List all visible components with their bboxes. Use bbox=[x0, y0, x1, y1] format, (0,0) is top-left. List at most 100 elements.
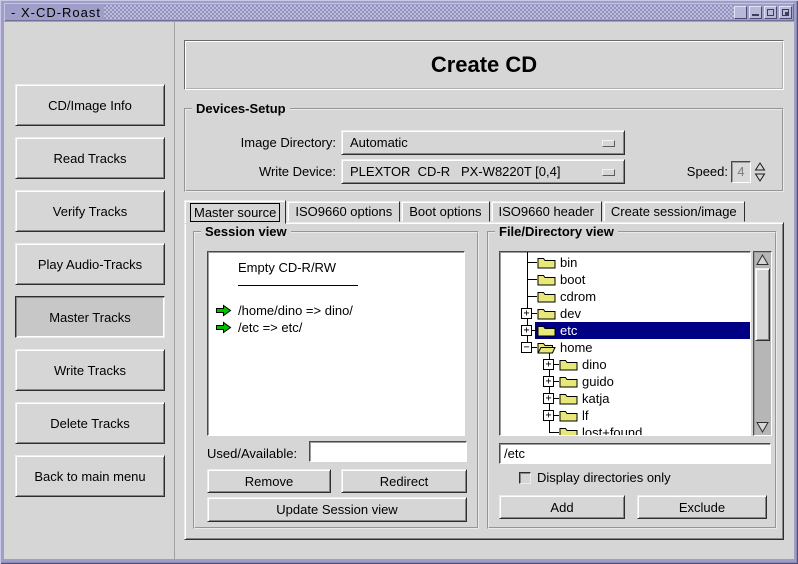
green-arrow-icon bbox=[215, 304, 232, 317]
tab-label: ISO9660 options bbox=[295, 204, 392, 219]
session-view-group: Session view Empty CD-R/RW /home/dino =>… bbox=[193, 231, 479, 529]
titlebar-buttons bbox=[734, 5, 792, 19]
used-available-input[interactable] bbox=[309, 441, 467, 462]
write-device-select[interactable]: PLEXTOR CD-R PX-W8220T [0,4] bbox=[341, 159, 625, 184]
tree-item-katja[interactable]: +katja bbox=[500, 390, 750, 407]
session-entry[interactable]: /home/dino => dino/ bbox=[215, 302, 462, 319]
speed-label: Speed: bbox=[687, 164, 728, 179]
option-menu-indicator-icon bbox=[602, 169, 615, 176]
tab-create-session-image[interactable]: Create session/image bbox=[603, 201, 745, 222]
session-view-legend: Session view bbox=[201, 224, 291, 239]
tree-item-dino[interactable]: + dino bbox=[500, 356, 750, 373]
folder-closed-icon bbox=[537, 324, 556, 340]
tree-item-label: dev bbox=[560, 306, 581, 321]
titlebar-restore-button[interactable] bbox=[779, 6, 792, 19]
maximize-icon bbox=[767, 9, 774, 16]
exclude-button[interactable]: Exclude bbox=[637, 495, 767, 519]
devices-setup-legend: Devices-Setup bbox=[192, 101, 290, 116]
session-entry-label: /etc => etc/ bbox=[238, 320, 302, 335]
remove-button[interactable]: Remove bbox=[207, 469, 331, 493]
titlebar-maximize-button[interactable] bbox=[764, 6, 777, 19]
sidebar-button-play-audio-tracks[interactable]: Play Audio-Tracks bbox=[15, 243, 165, 285]
tree-item-etc[interactable]: + etc bbox=[500, 322, 750, 339]
file-directory-view-legend: File/Directory view bbox=[495, 224, 618, 239]
tree-connector-line bbox=[527, 296, 537, 297]
tree-item-home[interactable]: − home bbox=[500, 339, 750, 356]
tree-connector-line bbox=[549, 432, 559, 433]
path-input[interactable] bbox=[499, 443, 771, 464]
green-arrow-icon bbox=[215, 321, 232, 334]
update-session-view-button[interactable]: Update Session view bbox=[207, 497, 467, 522]
folder-closed-icon bbox=[559, 409, 578, 425]
display-directories-checkbox[interactable] bbox=[519, 472, 531, 484]
tree-item-label: dino bbox=[582, 357, 607, 372]
titlebar-blank-button[interactable] bbox=[734, 6, 747, 19]
sidebar-button-write-tracks[interactable]: Write Tracks bbox=[15, 349, 165, 391]
sidebar-button-cd-image-info[interactable]: CD/Image Info bbox=[15, 84, 165, 126]
tree-item-lf[interactable]: + lf bbox=[500, 407, 750, 424]
tree-expander-icon[interactable]: + bbox=[543, 393, 554, 404]
session-entry-label: /home/dino => dino/ bbox=[238, 303, 353, 318]
speed-control: Speed: 4 bbox=[687, 159, 766, 184]
session-listbox[interactable]: Empty CD-R/RW /home/dino => dino/ /etc =>… bbox=[207, 251, 465, 436]
tree-item-bin[interactable]: bin bbox=[500, 254, 750, 271]
titlebar-minimize-button[interactable] bbox=[749, 6, 762, 19]
scroll-up-icon[interactable] bbox=[755, 253, 770, 267]
tab-iso9660-header[interactable]: ISO9660 header bbox=[491, 201, 602, 222]
directory-tree[interactable]: binbootcdrom + dev + etc − home + dino + guido+kat… bbox=[499, 251, 751, 436]
add-button[interactable]: Add bbox=[499, 495, 625, 519]
tree-expander-icon[interactable]: + bbox=[543, 376, 554, 387]
tree-item-label: home bbox=[560, 340, 593, 355]
tree-item-dev[interactable]: + dev bbox=[500, 305, 750, 322]
tree-connector-line bbox=[527, 279, 537, 280]
tree-item-cdrom[interactable]: cdrom bbox=[500, 288, 750, 305]
used-available-label: Used/Available: bbox=[207, 446, 297, 461]
sidebar-button-back-to-main-menu[interactable]: Back to main menu bbox=[15, 455, 165, 497]
scroll-down-icon[interactable] bbox=[755, 420, 770, 434]
session-entries: /home/dino => dino/ /etc => etc/ bbox=[215, 302, 462, 336]
sidebar-button-read-tracks[interactable]: Read Tracks bbox=[15, 137, 165, 179]
tree-scrollbar[interactable] bbox=[753, 251, 772, 436]
tree-expander-icon[interactable]: − bbox=[521, 342, 532, 353]
tab-master-source[interactable]: Master source bbox=[184, 200, 286, 224]
redirect-button[interactable]: Redirect bbox=[341, 469, 467, 493]
session-empty-label: Empty CD-R/RW bbox=[238, 260, 336, 275]
sidebar-button-delete-tracks[interactable]: Delete Tracks bbox=[15, 402, 165, 444]
tree-item-label: etc bbox=[560, 323, 577, 338]
option-menu-indicator-icon bbox=[602, 140, 615, 147]
app-window: - X-CD-Roast - CD/Image Info Read Tracks V… bbox=[0, 0, 798, 564]
tree-item-label: guido bbox=[582, 374, 614, 389]
tab-bar: Master source ISO9660 options Boot options… bbox=[184, 198, 746, 222]
window-titlebar[interactable]: - X-CD-Roast - bbox=[4, 3, 794, 21]
folder-closed-icon bbox=[537, 256, 556, 272]
page-title-frame: Create CD bbox=[184, 40, 784, 90]
spinner-arrows-icon[interactable] bbox=[754, 161, 766, 183]
tree-expander-icon[interactable]: + bbox=[521, 308, 532, 319]
tree-item-label: lf bbox=[582, 408, 589, 423]
tree-item-lost-found[interactable]: lost+found bbox=[500, 424, 750, 436]
sidebar-button-master-tracks[interactable]: Master Tracks bbox=[15, 296, 165, 338]
tree-item-label: boot bbox=[560, 272, 585, 287]
tree-expander-icon[interactable]: + bbox=[543, 410, 554, 421]
tab-iso9660-options[interactable]: ISO9660 options bbox=[287, 201, 400, 222]
tree-item-guido[interactable]: + guido bbox=[500, 373, 750, 390]
notebook-body: Session view Empty CD-R/RW /home/dino =>… bbox=[184, 222, 784, 540]
tree-expander-icon[interactable]: + bbox=[543, 359, 554, 370]
tree-connector-line bbox=[527, 262, 537, 263]
tree-item-boot[interactable]: boot bbox=[500, 271, 750, 288]
page-title: Create CD bbox=[431, 52, 537, 78]
sidebar: CD/Image Info Read Tracks Verify Tracks Pla… bbox=[4, 22, 174, 559]
minimize-icon bbox=[752, 14, 759, 16]
image-directory-select[interactable]: Automatic bbox=[341, 130, 625, 155]
sidebar-button-verify-tracks[interactable]: Verify Tracks bbox=[15, 190, 165, 232]
write-device-label: Write Device: bbox=[196, 164, 336, 179]
write-device-value: PLEXTOR CD-R PX-W8220T [0,4] bbox=[350, 164, 560, 179]
tab-boot-options[interactable]: Boot options bbox=[401, 201, 489, 222]
folder-closed-icon bbox=[537, 273, 556, 289]
folder-closed-icon bbox=[559, 392, 578, 408]
session-entry[interactable]: /etc => etc/ bbox=[215, 319, 462, 336]
folder-open-icon bbox=[537, 341, 556, 357]
speed-spinner[interactable]: 4 bbox=[731, 161, 751, 183]
tree-expander-icon[interactable]: + bbox=[521, 325, 532, 336]
scroll-thumb[interactable] bbox=[755, 268, 770, 341]
